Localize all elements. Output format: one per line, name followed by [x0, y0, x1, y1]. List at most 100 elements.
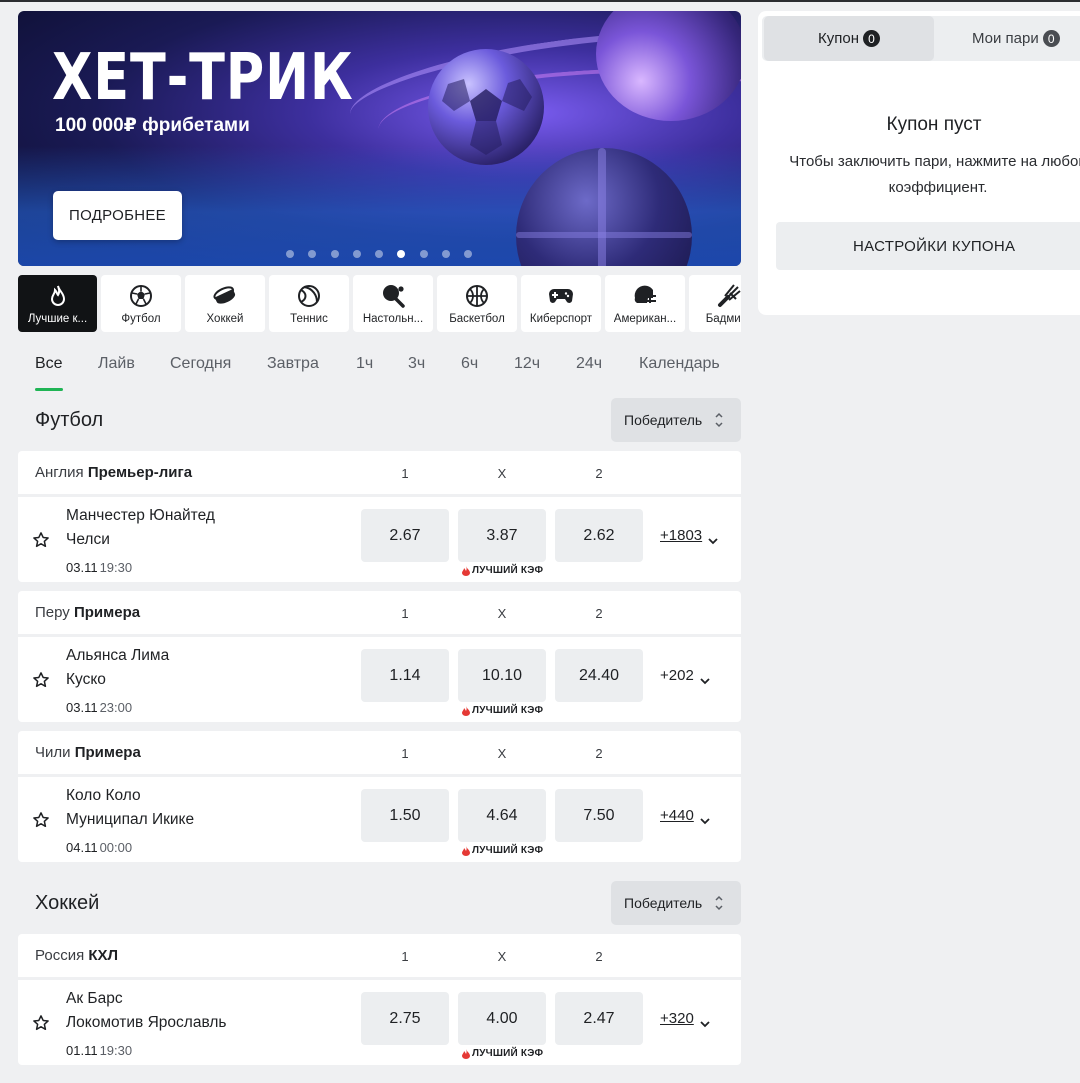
sports-category-bar: Лучшие к... Футбол Хоккей Теннис Настольн...… — [18, 275, 741, 332]
carousel-dot[interactable] — [397, 250, 406, 258]
odds-column-header: 1 — [401, 746, 409, 761]
team-away[interactable]: Куско — [66, 671, 106, 689]
odds-column-header: X — [497, 746, 507, 761]
sport-category-tennis-ball[interactable]: Теннис — [269, 275, 349, 332]
match-date-day: 04.11 — [66, 840, 98, 855]
team-home[interactable]: Коло Коло — [66, 787, 141, 805]
best-odds-label: ЛУЧШИЙ КЭФ — [472, 565, 544, 576]
tab-time-filter[interactable]: 24ч — [576, 355, 602, 373]
carousel-dot[interactable] — [352, 250, 361, 258]
team-home[interactable]: Ак Барс — [66, 990, 123, 1008]
sport-category-fire[interactable]: Лучшие к... — [18, 275, 97, 332]
odds-button[interactable]: 7.50 — [555, 789, 643, 842]
carousel-dot[interactable] — [419, 250, 428, 258]
bets-count-badge: 0 — [1042, 30, 1060, 47]
odds-button[interactable]: 1.50 — [361, 789, 449, 842]
match-date: 04.11 00:00 — [66, 840, 132, 855]
sport-category-soccer-ball[interactable]: Футбол — [101, 275, 181, 332]
tab-time-filter[interactable]: Сегодня — [170, 355, 231, 373]
odds-button[interactable]: 4.00 — [458, 992, 546, 1045]
sport-category-hockey-puck[interactable]: Хоккей — [185, 275, 265, 332]
odds-button[interactable]: 1.14 — [361, 649, 449, 702]
coupon-settings-button[interactable]: НАСТРОЙКИ КУПОНА — [776, 222, 1080, 270]
odds-button[interactable]: 10.10 — [458, 649, 546, 702]
sport-category-label: Баскетбол — [449, 313, 505, 325]
league-header[interactable]: Перу Примера 1 X 2 — [18, 591, 741, 634]
match-row[interactable]: Манчестер Юнайтед Челси 03.11 19:30 2.67 3.87… — [18, 497, 741, 582]
best-odds-badge: ЛУЧШИЙ КЭФ — [462, 705, 543, 716]
league-name: Чили Примера — [35, 744, 141, 761]
odds-button[interactable]: 2.62 — [555, 509, 643, 562]
carousel-dot[interactable] — [464, 250, 473, 258]
carousel-dot[interactable] — [308, 250, 317, 258]
best-odds-label: ЛУЧШИЙ КЭФ — [472, 845, 544, 856]
carousel-dot[interactable] — [375, 250, 384, 258]
tab-time-filter[interactable]: 3ч — [408, 355, 425, 373]
odds-button[interactable]: 2.75 — [361, 992, 449, 1045]
league-header[interactable]: Чили Примера 1 X 2 — [18, 731, 741, 774]
team-away[interactable]: Муниципал Икике — [66, 811, 194, 829]
market-select-button[interactable]: Победитель — [611, 881, 741, 925]
banner-title: ХЕТ-ТРИК — [52, 41, 354, 115]
sport-category-label: Настольн... — [362, 313, 424, 325]
sport-category-gamepad[interactable]: Киберспорт — [521, 275, 601, 332]
match-row[interactable]: Коло Коло Муниципал Икике 04.11 00:00 1.50 4.… — [18, 777, 741, 862]
odds-button[interactable]: 2.67 — [361, 509, 449, 562]
sport-category-shuttlecock[interactable]: Бадминт — [689, 275, 741, 332]
team-away[interactable]: Локомотив Ярославль — [66, 1014, 226, 1032]
tab-time-filter[interactable]: 1ч — [356, 355, 373, 373]
league-country: Чили — [35, 744, 71, 761]
favorite-star-icon[interactable] — [32, 1014, 50, 1032]
tab-time-filter[interactable]: Лайв — [98, 355, 135, 373]
odds-button[interactable]: 3.87 — [458, 509, 546, 562]
market-select-label: Победитель — [624, 895, 703, 911]
odds-column-header: 2 — [595, 606, 603, 621]
best-odds-badge: ЛУЧШИЙ КЭФ — [462, 565, 543, 576]
carousel-dot[interactable] — [286, 250, 294, 258]
fire-icon — [45, 283, 71, 309]
favorite-star-icon[interactable] — [32, 671, 50, 689]
tab-my-bets[interactable]: Мои пари 0 — [972, 16, 1060, 61]
odds-button[interactable]: 4.64 — [458, 789, 546, 842]
more-markets-link[interactable]: +202 — [660, 667, 710, 685]
match-row[interactable]: Ак Барс Локомотив Ярославль 01.11 19:30 2.75… — [18, 980, 741, 1065]
banner-carousel-dots[interactable] — [286, 250, 487, 258]
match-row[interactable]: Альянса Лима Куско 03.11 23:00 1.14 10.10 24.4… — [18, 637, 741, 722]
tab-time-filter[interactable]: 12ч — [514, 355, 540, 373]
odds-column-header: 2 — [595, 949, 603, 964]
league-header[interactable]: Россия КХЛ 1 X 2 — [18, 934, 741, 977]
odds-button[interactable]: 24.40 — [555, 649, 643, 702]
carousel-dot[interactable] — [330, 250, 339, 258]
team-home[interactable]: Альянса Лима — [66, 647, 169, 665]
tab-coupon[interactable]: Купон 0 — [764, 16, 934, 61]
more-markets-link[interactable]: +1803 — [660, 527, 718, 545]
league-country: Россия — [35, 947, 85, 964]
odds-column-header: 2 — [595, 746, 603, 761]
team-away[interactable]: Челси — [66, 531, 110, 549]
banner-details-button[interactable]: ПОДРОБНЕЕ — [53, 191, 182, 240]
league-header[interactable]: Англия Премьер-лига 1 X 2 — [18, 451, 741, 494]
sport-category-label: Киберспорт — [529, 313, 593, 325]
match-time: 00:00 — [99, 840, 133, 855]
sport-category-basketball[interactable]: Баскетбол — [437, 275, 517, 332]
favorite-star-icon[interactable] — [32, 531, 50, 549]
tab-time-filter[interactable]: 6ч — [461, 355, 478, 373]
odds-button[interactable]: 2.47 — [555, 992, 643, 1045]
soccer-ball-icon — [128, 283, 154, 309]
tab-time-filter[interactable]: Все — [35, 355, 63, 373]
team-home[interactable]: Манчестер Юнайтед — [66, 507, 215, 525]
sport-category-football-helmet[interactable]: Американ... — [605, 275, 685, 332]
match-time: 19:30 — [99, 1043, 133, 1058]
tab-time-filter[interactable]: Завтра — [267, 355, 319, 373]
promo-banner[interactable]: ХЕТ-ТРИК 100 000₽ фрибетами ПОДРОБНЕЕ — [18, 11, 741, 266]
market-select-button[interactable]: Победитель — [611, 398, 741, 442]
league-name: Англия Премьер-лига — [35, 464, 192, 481]
favorite-star-icon[interactable] — [32, 811, 50, 829]
shuttlecock-icon — [716, 283, 741, 309]
more-markets-link[interactable]: +440 — [660, 807, 710, 825]
carousel-dot[interactable] — [442, 250, 451, 258]
time-filter-tabs: Все Лайв Сегодня Завтра 1ч 3ч 6ч 12ч 24ч Календар… — [18, 347, 741, 391]
more-markets-link[interactable]: +320 — [660, 1010, 710, 1028]
tab-time-filter[interactable]: Календарь — [639, 355, 720, 373]
sport-category-table-tennis[interactable]: Настольн... — [353, 275, 433, 332]
